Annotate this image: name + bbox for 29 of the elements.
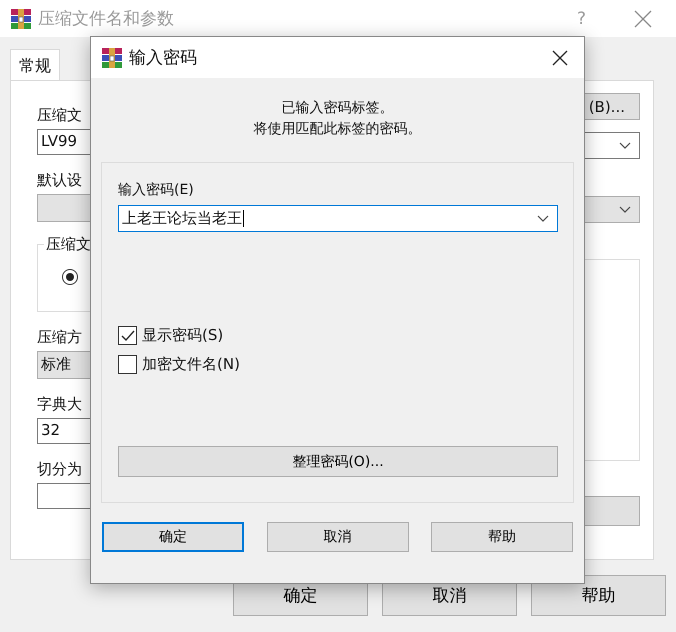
field-label: 压缩文 [37, 105, 82, 125]
chevron-down-icon [619, 142, 631, 149]
field-label: 默认设 [37, 170, 82, 190]
window-title: 压缩文件名和参数 [38, 8, 174, 30]
dialog-button[interactable]: 确定 [102, 522, 244, 552]
archive-icon [10, 8, 32, 30]
close-icon[interactable] [552, 50, 568, 66]
archive-icon [101, 46, 123, 68]
checkbox[interactable] [118, 326, 137, 345]
field-label: 字典大 [37, 394, 82, 414]
dialog-button[interactable]: 取消 [266, 522, 408, 552]
field-label: 压缩方 [37, 327, 82, 347]
checkbox-label: 加密文件名(N) [142, 355, 240, 374]
dialog-title: 输入密码 [129, 47, 197, 69]
tab[interactable]: 常规 [10, 49, 60, 80]
checkbox[interactable] [118, 355, 137, 374]
password-combo[interactable]: 上老王论坛当老王 [118, 205, 558, 232]
dialog-button[interactable]: 帮助 [431, 522, 573, 552]
chevron-down-icon [619, 206, 631, 213]
field-label: 切分为 [37, 459, 82, 479]
field-label: 输入密码(E) [118, 181, 195, 200]
organize-button[interactable]: 整理密码(O)... [118, 446, 558, 477]
radio-button[interactable] [62, 269, 78, 285]
message-text: 将使用匹配此标签的密码。 [254, 120, 422, 139]
checkbox-label: 显示密码(S) [142, 326, 224, 345]
dialog-button[interactable]: 帮助 [531, 575, 666, 616]
chevron-down-icon [537, 215, 549, 222]
message-text: 已输入密码标签。 [282, 99, 394, 118]
group-label: 压缩文 [44, 235, 93, 254]
